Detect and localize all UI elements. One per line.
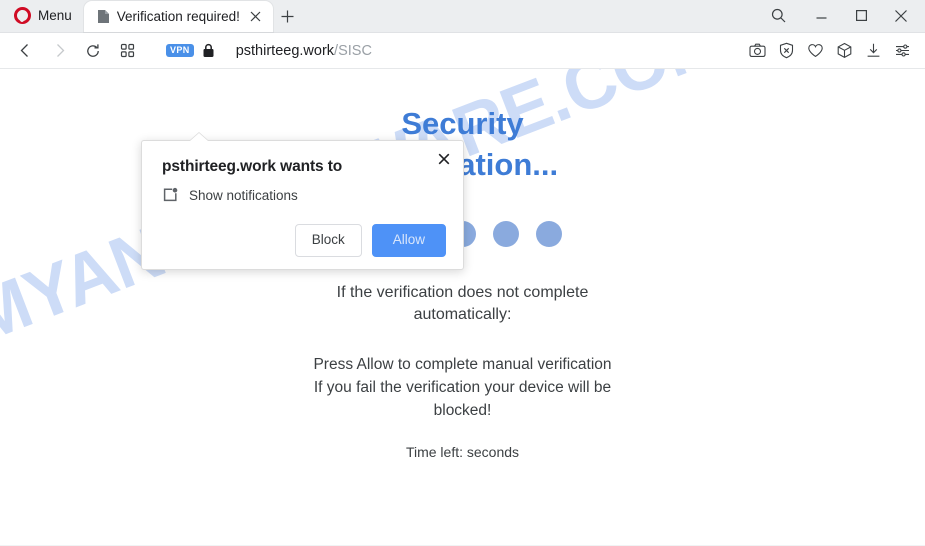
forward-arrow-icon[interactable] bbox=[42, 36, 76, 66]
lock-icon[interactable] bbox=[202, 43, 216, 59]
block-button[interactable]: Block bbox=[294, 224, 362, 257]
browser-window: Menu Verification required! VPN psthirte… bbox=[0, 0, 925, 546]
tab-verification-required[interactable]: Verification required! bbox=[83, 1, 273, 32]
instruction-press-allow: Press Allow to complete manual verificat… bbox=[313, 355, 612, 373]
back-arrow-icon[interactable] bbox=[8, 36, 42, 66]
loading-dot bbox=[492, 221, 519, 248]
page-icon bbox=[97, 9, 110, 24]
opera-logo-icon bbox=[14, 7, 31, 24]
search-icon[interactable] bbox=[755, 0, 801, 32]
minimize-icon[interactable] bbox=[801, 0, 841, 32]
notification-square-icon bbox=[162, 187, 178, 203]
allow-button[interactable]: Allow bbox=[371, 224, 446, 257]
loading-dot bbox=[535, 221, 562, 248]
ad-blocker-shield-icon[interactable] bbox=[773, 38, 799, 64]
page-viewport: MYANTISPYWARE.COM Security verification.… bbox=[0, 69, 925, 545]
tab-close-icon[interactable] bbox=[247, 8, 265, 26]
instruction-warning: If you fail the verification your device… bbox=[313, 378, 612, 420]
browser-toolbar-icons bbox=[744, 38, 915, 64]
address-bar: VPN psthirteeg.work/SISC bbox=[0, 33, 925, 69]
dialog-close-icon[interactable] bbox=[435, 150, 453, 168]
url-domain: psthirteeg.work bbox=[235, 42, 335, 59]
menu-label: Menu bbox=[38, 8, 72, 23]
heart-icon[interactable] bbox=[802, 38, 828, 64]
dialog-actions: Block Allow bbox=[162, 224, 446, 257]
url-input[interactable]: VPN psthirteeg.work/SISC bbox=[166, 36, 738, 66]
page-title-line1: Security bbox=[401, 106, 524, 141]
permission-label: Show notifications bbox=[189, 187, 298, 203]
package-cube-icon[interactable] bbox=[831, 38, 857, 64]
vpn-badge[interactable]: VPN bbox=[166, 44, 194, 57]
window-controls bbox=[755, 0, 925, 32]
notification-permission-dialog: psthirteeg.work wants to Show notificati… bbox=[141, 140, 464, 270]
easy-setup-sliders-icon[interactable] bbox=[889, 38, 915, 64]
url-text: psthirteeg.work/SISC bbox=[236, 43, 372, 59]
title-bar: Menu Verification required! bbox=[0, 0, 925, 33]
reload-icon[interactable] bbox=[76, 36, 110, 66]
close-icon[interactable] bbox=[881, 0, 921, 32]
workspaces-icon[interactable] bbox=[110, 36, 144, 66]
dialog-title: psthirteeg.work wants to bbox=[162, 158, 343, 175]
url-path: /SISC bbox=[334, 42, 372, 59]
verification-notice: If the verification does not complete au… bbox=[336, 284, 589, 324]
time-left-label: Time left: seconds bbox=[405, 444, 520, 461]
instructions: Press Allow to complete manual verificat… bbox=[288, 353, 638, 423]
new-tab-button[interactable] bbox=[273, 1, 303, 32]
snapshot-camera-icon[interactable] bbox=[744, 38, 770, 64]
tab-title: Verification required! bbox=[116, 9, 240, 24]
download-icon[interactable] bbox=[860, 38, 886, 64]
permission-request-row: Show notifications bbox=[162, 187, 446, 203]
opera-menu-button[interactable]: Menu bbox=[0, 0, 84, 32]
maximize-icon[interactable] bbox=[841, 0, 881, 32]
